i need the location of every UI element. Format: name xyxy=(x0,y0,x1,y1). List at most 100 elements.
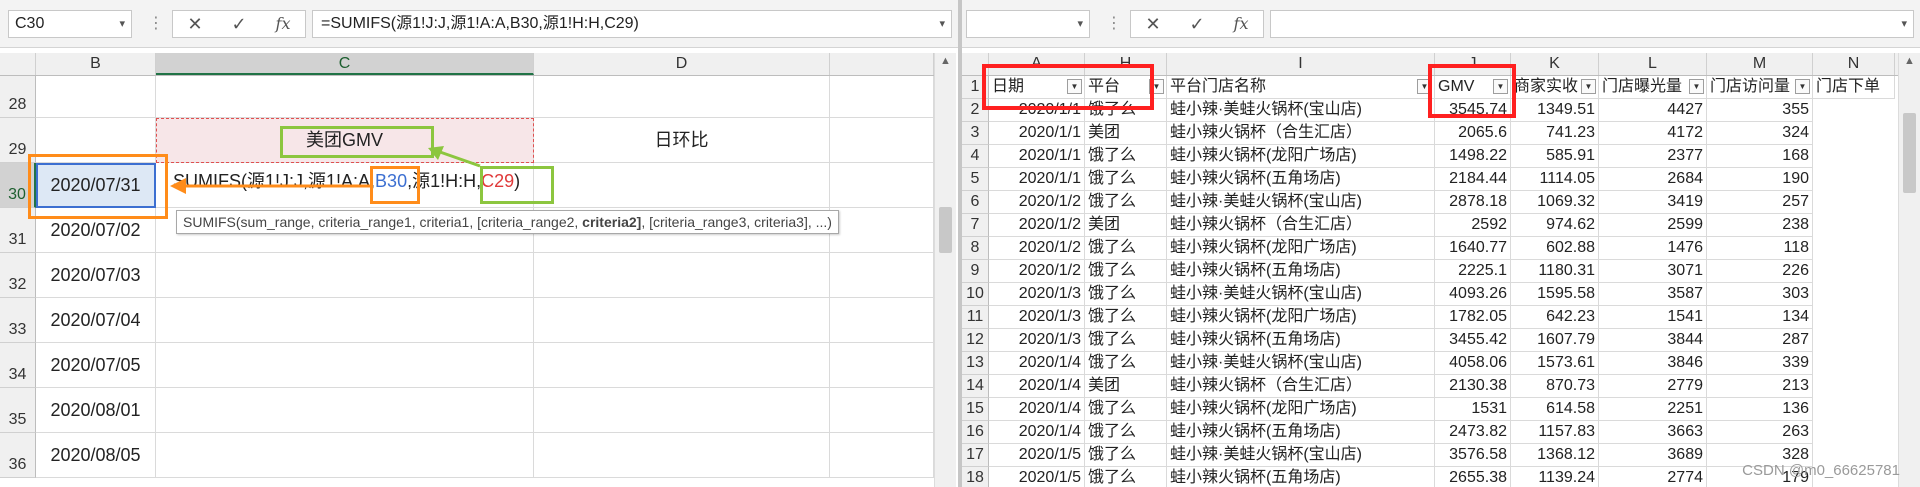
row-header[interactable]: 30 xyxy=(0,163,36,208)
cell-c35[interactable] xyxy=(156,388,534,433)
formula-input-right[interactable]: ▾ xyxy=(1270,10,1914,38)
data-cell[interactable]: 2020/1/3 xyxy=(989,306,1085,329)
cell-b30[interactable]: 2020/07/31 xyxy=(36,163,156,208)
data-cell[interactable]: 1476 xyxy=(1599,237,1707,260)
confirm-icon[interactable]: ✓ xyxy=(219,11,259,37)
data-cell[interactable]: 2020/1/5 xyxy=(989,467,1085,487)
data-cell[interactable]: 饿了么 xyxy=(1085,444,1167,467)
cell-c28[interactable] xyxy=(156,76,534,118)
row-header[interactable]: 5 xyxy=(962,168,989,191)
cell-e34[interactable] xyxy=(830,343,934,388)
column-header-k[interactable]: K xyxy=(1511,53,1599,75)
insert-function-icon[interactable]: fx xyxy=(263,11,303,37)
column-header-e[interactable] xyxy=(830,53,934,75)
cell-b35[interactable]: 2020/08/01 xyxy=(36,388,156,433)
data-cell[interactable]: 1595.58 xyxy=(1511,283,1599,306)
drag-handle-icon[interactable]: ⋮ xyxy=(148,12,164,36)
data-cell[interactable]: 4093.26 xyxy=(1435,283,1511,306)
data-cell[interactable]: 602.88 xyxy=(1511,237,1599,260)
data-cell[interactable]: 2774 xyxy=(1599,467,1707,487)
data-cell[interactable]: 蛙小辣·美蛙火锅杯(宝山店) xyxy=(1167,191,1435,214)
data-cell[interactable]: 1157.83 xyxy=(1511,421,1599,444)
row-header[interactable]: 12 xyxy=(962,329,989,352)
header-cell[interactable]: 门店下单 xyxy=(1813,76,1895,99)
cell-e30[interactable] xyxy=(830,163,934,208)
row-header[interactable]: 28 xyxy=(0,76,36,118)
cell-c34[interactable] xyxy=(156,343,534,388)
row-header[interactable]: 17 xyxy=(962,444,989,467)
data-cell[interactable]: 1498.22 xyxy=(1435,145,1511,168)
data-cell[interactable]: 974.62 xyxy=(1511,214,1599,237)
data-cell[interactable]: 蛙小辣火锅杯（合生汇店） xyxy=(1167,122,1435,145)
data-cell[interactable]: 饿了么 xyxy=(1085,191,1167,214)
filter-dropdown-icon[interactable]: ▼ xyxy=(1493,79,1508,94)
data-cell[interactable]: 4058.06 xyxy=(1435,352,1511,375)
row-header[interactable]: 16 xyxy=(962,421,989,444)
data-cell[interactable]: 1531 xyxy=(1435,398,1511,421)
data-cell[interactable]: 饿了么 xyxy=(1085,99,1167,122)
scrollbar-thumb[interactable] xyxy=(1903,113,1916,193)
data-cell[interactable]: 2377 xyxy=(1599,145,1707,168)
data-cell[interactable]: 3844 xyxy=(1599,329,1707,352)
data-cell[interactable]: 蛙小辣火锅杯(五角场店) xyxy=(1167,329,1435,352)
row-header[interactable]: 13 xyxy=(962,352,989,375)
cell-b33[interactable]: 2020/07/04 xyxy=(36,298,156,343)
filter-dropdown-icon[interactable]: ▼ xyxy=(1689,79,1704,94)
data-cell[interactable]: 3587 xyxy=(1599,283,1707,306)
data-cell[interactable]: 3846 xyxy=(1599,352,1707,375)
data-cell[interactable]: 324 xyxy=(1707,122,1813,145)
cell-b28[interactable] xyxy=(36,76,156,118)
data-cell[interactable]: 饿了么 xyxy=(1085,237,1167,260)
data-cell[interactable]: 136 xyxy=(1707,398,1813,421)
data-cell[interactable]: 642.23 xyxy=(1511,306,1599,329)
data-cell[interactable]: 3663 xyxy=(1599,421,1707,444)
drag-handle-icon[interactable]: ⋮ xyxy=(1106,12,1122,36)
data-cell[interactable]: 饿了么 xyxy=(1085,421,1167,444)
data-cell[interactable]: 1139.24 xyxy=(1511,467,1599,487)
data-cell[interactable]: 2878.18 xyxy=(1435,191,1511,214)
row-header[interactable]: 7 xyxy=(962,214,989,237)
column-header-i[interactable]: I xyxy=(1167,53,1435,75)
data-cell[interactable]: 蛙小辣火锅杯(龙阳广场店) xyxy=(1167,398,1435,421)
data-cell[interactable]: 蛙小辣火锅杯(龙阳广场店) xyxy=(1167,306,1435,329)
data-cell[interactable]: 2020/1/1 xyxy=(989,145,1085,168)
cell-b29[interactable] xyxy=(36,118,156,163)
data-cell[interactable]: 1782.05 xyxy=(1435,306,1511,329)
data-cell[interactable]: 3071 xyxy=(1599,260,1707,283)
cell-e29[interactable] xyxy=(830,118,934,163)
data-cell[interactable]: 2020/1/3 xyxy=(989,283,1085,306)
cell-c32[interactable] xyxy=(156,253,534,298)
header-cell[interactable]: 商家实收 ▼ xyxy=(1511,76,1599,99)
cell-e33[interactable] xyxy=(830,298,934,343)
row-header[interactable]: 35 xyxy=(0,388,36,433)
data-cell[interactable]: 238 xyxy=(1707,214,1813,237)
data-cell[interactable]: 1069.32 xyxy=(1511,191,1599,214)
row-header[interactable]: 3 xyxy=(962,122,989,145)
chevron-down-icon[interactable]: ▾ xyxy=(939,11,945,37)
filter-dropdown-icon[interactable]: ▼ xyxy=(1149,79,1164,94)
data-cell[interactable]: 1180.31 xyxy=(1511,260,1599,283)
editing-formula[interactable]: SUMIFS(源1!J:J,源1!A:A,B30,源1!H:H,C29) xyxy=(156,163,534,208)
name-box[interactable]: C30 ▾ xyxy=(8,10,132,38)
cell-d32[interactable] xyxy=(534,253,830,298)
cell-c29[interactable]: 美团GMV xyxy=(156,118,534,163)
data-cell[interactable]: 2684 xyxy=(1599,168,1707,191)
data-cell[interactable]: 蛙小辣·美蛙火锅杯(宝山店) xyxy=(1167,444,1435,467)
cell-c36[interactable] xyxy=(156,433,534,478)
row-header[interactable]: 15 xyxy=(962,398,989,421)
data-cell[interactable]: 303 xyxy=(1707,283,1813,306)
vertical-scrollbar-right[interactable]: ▲ xyxy=(1898,53,1920,487)
data-cell[interactable]: 饿了么 xyxy=(1085,283,1167,306)
cell-e28[interactable] xyxy=(830,76,934,118)
data-cell[interactable]: 蛙小辣·美蛙火锅杯(宝山店) xyxy=(1167,99,1435,122)
data-cell[interactable]: 1368.12 xyxy=(1511,444,1599,467)
column-header-h[interactable]: H xyxy=(1085,53,1167,75)
data-cell[interactable]: 3576.58 xyxy=(1435,444,1511,467)
data-cell[interactable]: 蛙小辣火锅杯(五角场店) xyxy=(1167,421,1435,444)
data-cell[interactable]: 蛙小辣火锅杯（合生汇店） xyxy=(1167,214,1435,237)
row-header[interactable]: 9 xyxy=(962,260,989,283)
data-cell[interactable]: 2020/1/2 xyxy=(989,191,1085,214)
data-cell[interactable]: 饿了么 xyxy=(1085,467,1167,487)
data-cell[interactable]: 美团 xyxy=(1085,214,1167,237)
cell-e32[interactable] xyxy=(830,253,934,298)
